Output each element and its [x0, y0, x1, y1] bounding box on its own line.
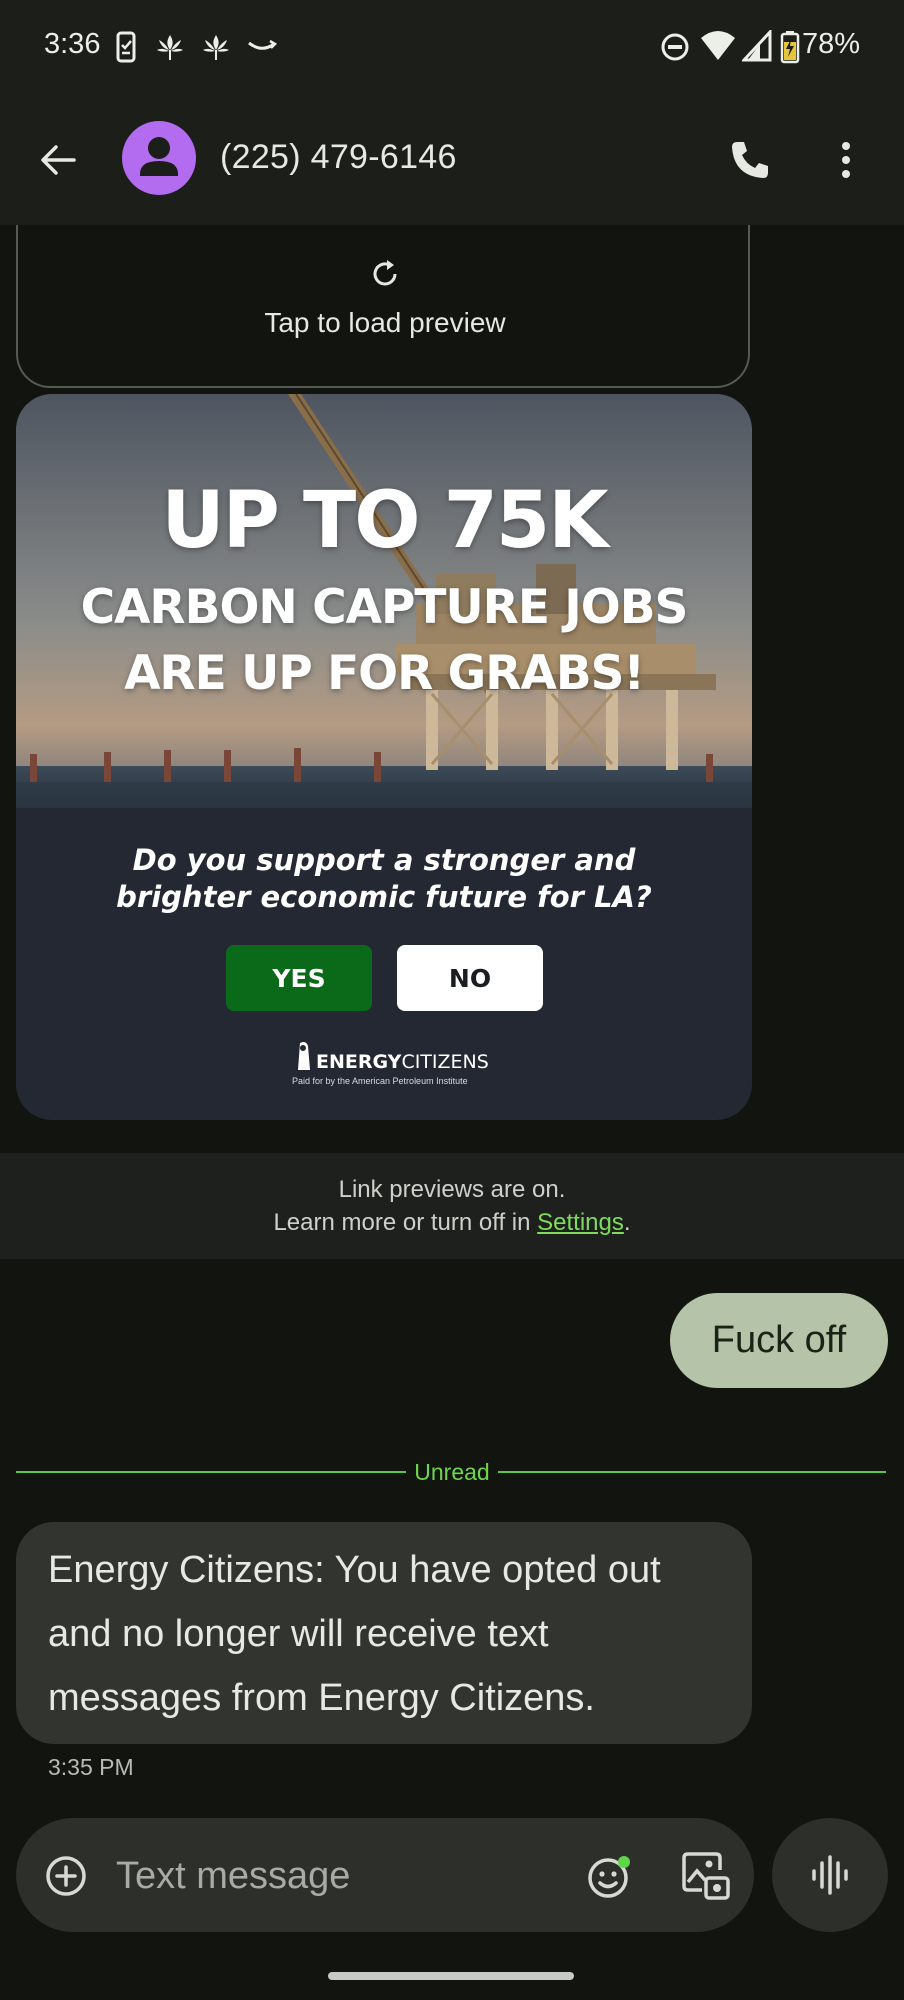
voice-message-button[interactable] — [772, 1818, 888, 1932]
add-attachment-icon[interactable] — [44, 1854, 88, 1898]
amazon-smile-icon — [248, 39, 278, 50]
phone-call-icon[interactable] — [728, 138, 772, 182]
no-button[interactable]: NO — [397, 945, 543, 1011]
settings-link[interactable]: Settings — [537, 1209, 624, 1236]
brand-name: ENERGYCITIZENS — [316, 1051, 489, 1073]
notice-text: Link previews are on. — [338, 1176, 566, 1203]
energy-citizens-logo-icon — [298, 1042, 310, 1070]
voice-waveform-icon — [812, 1855, 848, 1895]
phone-badge-icon — [116, 31, 136, 63]
battery-charging-icon — [780, 31, 800, 64]
message-timestamp: 3:35 PM — [48, 1754, 134, 1780]
yes-button[interactable]: YES — [226, 945, 372, 1011]
ad-question: Do you support a stronger and brighter e… — [116, 843, 652, 914]
paid-for-disclaimer: Paid for by the American Petroleum Insti… — [292, 1076, 468, 1086]
avatar[interactable] — [122, 121, 196, 195]
link-preview-card[interactable]: Tap to load preview — [16, 225, 750, 388]
outgoing-message-bubble[interactable]: Fuck off — [670, 1293, 888, 1388]
ad-image[interactable]: UP TO 75K CARBON CAPTURE JOBS ARE UP FOR… — [16, 394, 752, 1120]
emoji-icon[interactable] — [584, 1852, 634, 1902]
unread-divider — [498, 1471, 886, 1473]
gallery-icon[interactable] — [680, 1850, 732, 1902]
refresh-icon — [373, 260, 397, 286]
cannabis-icon — [157, 35, 183, 60]
person-icon — [140, 137, 178, 176]
cannabis-icon — [203, 35, 229, 60]
wifi-icon — [701, 31, 735, 60]
more-options-icon[interactable] — [838, 138, 854, 182]
tap-to-load-preview: Tap to load preview — [264, 307, 506, 338]
back-arrow-icon[interactable] — [38, 140, 78, 180]
ad-subheadline: ARE UP FOR GRABS! — [124, 646, 645, 701]
do-not-disturb-icon — [661, 33, 689, 61]
unread-label: Unread — [414, 1459, 490, 1485]
incoming-message-text: Energy Citizens: You have opted out and … — [48, 1549, 661, 1719]
unread-divider — [16, 1471, 406, 1473]
status-time: 3:36 — [44, 28, 101, 60]
ad-subheadline: CARBON CAPTURE JOBS — [80, 580, 689, 635]
signal-icon — [742, 30, 772, 62]
home-indicator[interactable] — [328, 1972, 574, 1980]
battery-percentage: 78% — [802, 28, 861, 60]
notice-text: Learn more or turn off in Settings. — [273, 1209, 631, 1236]
ad-headline: UP TO 75K — [161, 476, 608, 566]
link-preview-notice — [0, 1153, 904, 1259]
text-message-input[interactable] — [114, 1846, 558, 1906]
contact-name[interactable]: (225) 479-6146 — [220, 138, 457, 177]
